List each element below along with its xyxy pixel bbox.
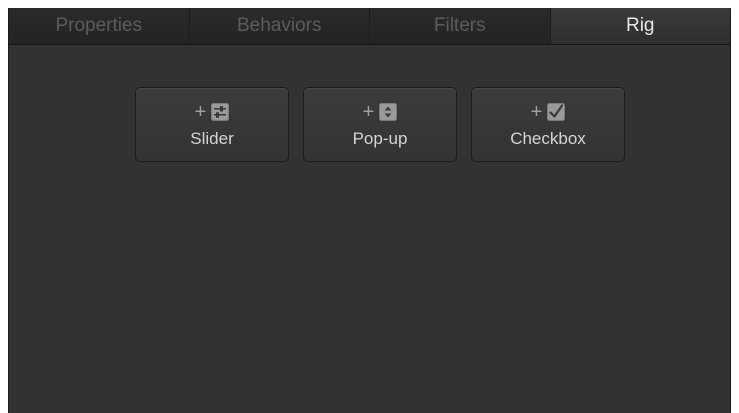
tab-rig[interactable]: Rig <box>550 8 730 44</box>
slider-icon <box>211 102 230 121</box>
add-popup-button[interactable]: + Pop-up <box>303 87 457 162</box>
add-slider-button[interactable]: + Slider <box>135 87 289 162</box>
checkbox-icon <box>547 102 566 121</box>
add-checkbox-icon-row: + <box>531 101 566 123</box>
add-popup-icon-row: + <box>363 101 398 123</box>
tab-properties[interactable]: Properties <box>9 8 190 44</box>
add-widget-button-group: + Slider + Pop-up + Checkbox <box>135 87 625 162</box>
add-popup-label: Pop-up <box>352 128 408 148</box>
add-slider-icon-row: + <box>195 101 230 123</box>
plus-icon: + <box>194 100 207 123</box>
add-checkbox-button[interactable]: + Checkbox <box>471 87 625 162</box>
plus-icon: + <box>362 100 375 123</box>
tab-behaviors[interactable]: Behaviors <box>190 8 370 44</box>
rig-inspector-panel: Properties Behaviors Filters Rig + Slide… <box>8 8 731 413</box>
popup-icon <box>379 102 398 121</box>
add-slider-label: Slider <box>190 128 234 148</box>
plus-icon: + <box>530 100 543 123</box>
add-checkbox-label: Checkbox <box>510 128 586 148</box>
tab-filters[interactable]: Filters <box>370 8 551 44</box>
inspector-tab-bar: Properties Behaviors Filters Rig <box>9 8 730 45</box>
